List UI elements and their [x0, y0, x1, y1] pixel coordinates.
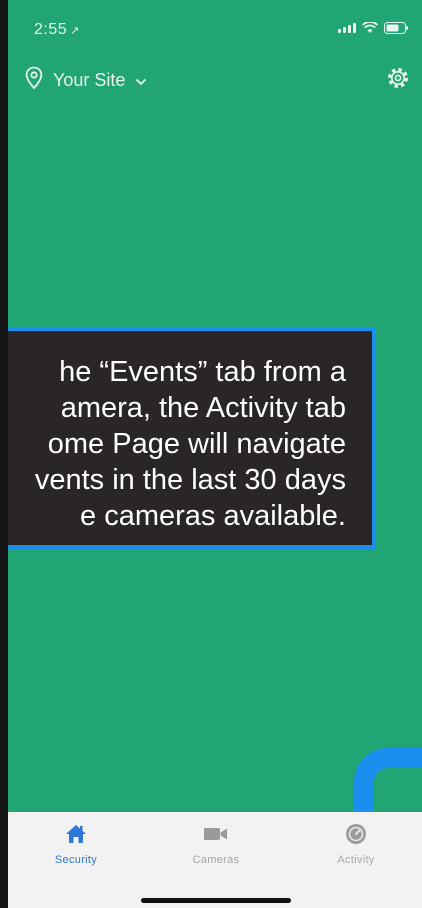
- status-time: 2:55 ↗: [34, 21, 80, 39]
- wifi-icon: [362, 22, 378, 34]
- tab-bar: Security Cameras Activity: [8, 812, 422, 908]
- status-time-text: 2:55: [34, 21, 68, 38]
- site-selector[interactable]: Your Site: [25, 66, 147, 95]
- tab-activity[interactable]: Activity: [296, 822, 416, 866]
- location-pin-icon: [25, 66, 43, 95]
- chevron-down-icon: [135, 70, 147, 91]
- app-header: Your Site: [8, 62, 422, 98]
- tab-security[interactable]: Security: [16, 822, 136, 866]
- callout-text: he “Events” tab from a amera, the Activi…: [34, 356, 346, 532]
- site-label: Your Site: [53, 70, 126, 90]
- location-arrow-icon: ↗: [70, 25, 80, 37]
- settings-gear-icon[interactable]: [386, 66, 410, 95]
- app-screen: 2:55 ↗ Your Site he “Events” tab from a …: [8, 0, 422, 908]
- tutorial-callout: he “Events” tab from a amera, the Activi…: [8, 327, 376, 549]
- home-indicator: [141, 898, 291, 903]
- battery-icon: [384, 22, 408, 34]
- status-bar: 2:55 ↗: [8, 0, 422, 50]
- status-icons: [338, 22, 408, 34]
- home-icon: [16, 822, 136, 846]
- tab-label: Security: [54, 854, 98, 866]
- tab-label: Cameras: [192, 854, 240, 866]
- tab-label: Activity: [337, 854, 375, 866]
- activity-icon: [296, 822, 416, 846]
- signal-icon: [338, 23, 356, 33]
- tab-cameras[interactable]: Cameras: [156, 822, 276, 866]
- camera-icon: [156, 822, 276, 846]
